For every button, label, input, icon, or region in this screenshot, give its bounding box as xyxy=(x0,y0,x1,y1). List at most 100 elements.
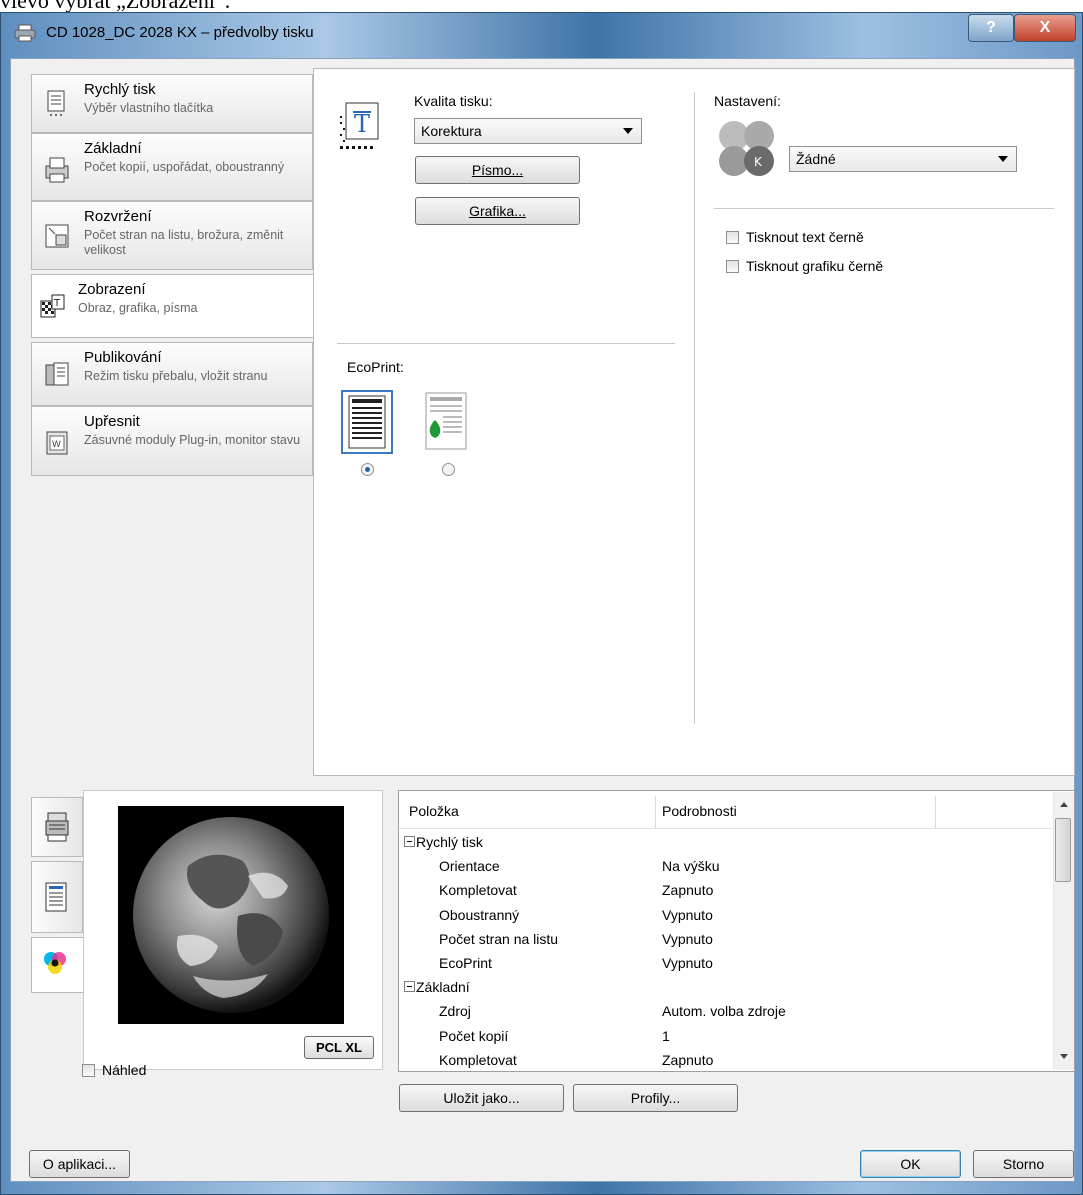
sidebar-item-label: Upřesnit xyxy=(84,413,140,430)
table-row[interactable]: Kompletovat Zapnuto xyxy=(404,878,1044,902)
scroll-up-icon[interactable] xyxy=(1060,802,1068,807)
print-text-black-checkbox[interactable] xyxy=(726,231,739,244)
ecoprint-on-radio[interactable] xyxy=(442,463,455,476)
table-row[interactable]: Oboustranný Vypnuto xyxy=(404,903,1044,927)
table-row[interactable]: Kompletovat Zapnuto xyxy=(404,1048,1044,1072)
print-text-black-label: Tisknout text černě xyxy=(746,229,864,245)
ecoprint-on-icon[interactable] xyxy=(423,390,475,454)
window-title: CD 1028_DC 2028 KX – předvolby tisku xyxy=(46,24,314,41)
k-badge: K xyxy=(754,155,763,169)
svg-text:T: T xyxy=(354,110,370,138)
sidebar-item-advanced[interactable]: W Upřesnit Zásuvné moduly Plug-in, monit… xyxy=(31,406,313,476)
print-quality-dropdown[interactable]: Korektura xyxy=(414,118,642,144)
save-as-button[interactable]: Uložit jako... xyxy=(399,1084,564,1112)
list-header: Položka Podrobnosti xyxy=(399,796,1053,829)
color-mode-icon: K xyxy=(719,121,774,176)
column-separator[interactable] xyxy=(935,796,936,828)
sidebar-item-basic[interactable]: Základní Počet kopií, uspořádat, oboustr… xyxy=(31,133,313,201)
color-settings-label: Nastavení: xyxy=(714,93,781,109)
divider xyxy=(337,343,675,344)
ok-button[interactable]: OK xyxy=(860,1150,961,1178)
row-item-value: Vypnuto xyxy=(662,955,713,971)
sidebar-item-quick-print[interactable]: Rychlý tisk Výběr vlastního tlačítka xyxy=(31,74,313,133)
publishing-icon xyxy=(45,362,69,386)
printer-icon xyxy=(14,24,36,42)
sidebar-item-description: Počet stran na listu, brožura, změnit ve… xyxy=(84,228,284,257)
row-item-label: Počet stran na listu xyxy=(439,930,559,947)
row-item-label: EcoPrint xyxy=(439,955,492,971)
printer-icon xyxy=(45,812,69,842)
sidebar-item-description: Obraz, grafika, písma xyxy=(78,301,198,315)
print-graphics-black-label: Tisknout grafiku černě xyxy=(746,258,884,274)
row-item-value: Autom. volba zdroje xyxy=(662,1003,786,1020)
sidebar-item-description: Výběr vlastního tlačítka xyxy=(84,101,214,115)
help-button[interactable]: ? xyxy=(968,14,1014,42)
sidebar-item-layout[interactable]: Rozvržení Počet stran na listu, brožura,… xyxy=(31,201,313,270)
ecoprint-off-radio[interactable] xyxy=(361,463,374,476)
sidebar-item-label: Zobrazení xyxy=(78,281,146,298)
collapse-icon[interactable] xyxy=(404,836,415,847)
row-item-value: Na výšku xyxy=(662,858,720,875)
advanced-icon: W xyxy=(46,431,68,455)
row-item-label: Počet kopií xyxy=(439,1027,509,1044)
print-quality-icon: T xyxy=(340,102,379,149)
preview-checkbox[interactable] xyxy=(82,1064,95,1077)
ecoprint-label: EcoPrint: xyxy=(347,359,404,375)
sidebar-item-description: Zásuvné moduly Plug-in, monitor stavu xyxy=(84,433,301,447)
svg-text:W: W xyxy=(52,440,61,450)
table-row[interactable]: Počet stran na listu Vypnuto xyxy=(404,927,1044,951)
chevron-down-icon xyxy=(998,156,1008,162)
tab-color-preview[interactable] xyxy=(31,937,85,993)
ecoprint-off-icon[interactable] xyxy=(341,390,393,454)
sidebar-item-label: Rozvržení xyxy=(84,208,152,225)
earth-preview-image xyxy=(118,806,344,1024)
tree-group-label: Rychlý tisk xyxy=(416,834,483,850)
sidebar-item-label: Rychlý tisk xyxy=(84,81,156,98)
chevron-down-icon xyxy=(623,128,633,134)
sidebar-item-imaging[interactable]: T Zobrazení Obraz, grafika, písma xyxy=(31,274,315,338)
row-item-value: Vypnuto xyxy=(662,930,713,947)
row-item-value: Vypnuto xyxy=(662,906,713,923)
graphics-button[interactable]: Grafika... xyxy=(415,197,580,225)
sidebar-item-label: Základní xyxy=(84,140,142,157)
about-button[interactable]: O aplikaci... xyxy=(29,1150,130,1178)
row-item-label: Kompletovat xyxy=(439,1051,517,1068)
sidebar-item-publishing[interactable]: Publikování Režim tisku přebalu, vložit … xyxy=(31,342,313,406)
scroll-down-icon[interactable] xyxy=(1060,1054,1068,1059)
row-item-value: Zapnuto xyxy=(662,1051,714,1068)
tree-group-label: Základní xyxy=(416,979,470,996)
table-row[interactable]: EcoPrint Vypnuto xyxy=(404,951,1044,975)
tree-group-row[interactable]: Rychlý tisk xyxy=(404,830,1044,854)
column-header-item[interactable]: Položka xyxy=(409,803,459,819)
print-graphics-black-checkbox[interactable] xyxy=(726,260,739,273)
table-row[interactable]: Zdroj Autom. volba zdroje xyxy=(404,999,1044,1023)
svg-text:T: T xyxy=(53,298,61,309)
row-item-label: Zdroj xyxy=(439,1003,471,1020)
imaging-icon: T xyxy=(40,294,65,318)
color-circles-icon xyxy=(44,952,66,974)
color-settings-dropdown[interactable]: Žádné xyxy=(789,146,1017,172)
scrollbar-thumb[interactable] xyxy=(1055,818,1071,882)
cancel-button[interactable]: Storno xyxy=(973,1150,1074,1178)
sidebar-item-description: Režim tisku přebalu, vložit stranu xyxy=(84,369,268,383)
row-item-value: Zapnuto xyxy=(662,882,714,899)
sidebar-item-label: Publikování xyxy=(84,349,162,366)
basic-icon xyxy=(45,157,69,183)
font-button[interactable]: Písmo... xyxy=(415,156,580,184)
layout-icon xyxy=(45,224,69,248)
page-icon xyxy=(45,882,67,912)
sidebar-item-description: Počet kopií, uspořádat, oboustranný xyxy=(84,160,285,174)
profiles-button[interactable]: Profily... xyxy=(573,1084,738,1112)
divider xyxy=(694,92,695,724)
collapse-icon[interactable] xyxy=(404,981,415,993)
row-item-label: Oboustranný xyxy=(439,906,520,923)
color-settings-value: Žádné xyxy=(796,151,836,167)
column-header-details[interactable]: Podrobnosti xyxy=(662,803,737,819)
tree-group-row[interactable]: Základní xyxy=(404,975,1044,999)
table-row[interactable]: Orientace Na výšku xyxy=(404,854,1044,878)
tab-printer-preview[interactable] xyxy=(31,797,83,857)
tab-page-preview[interactable] xyxy=(31,861,83,933)
close-button[interactable]: X xyxy=(1014,14,1076,42)
column-separator[interactable] xyxy=(655,796,656,828)
table-row[interactable]: Počet kopií 1 xyxy=(404,1024,1044,1048)
